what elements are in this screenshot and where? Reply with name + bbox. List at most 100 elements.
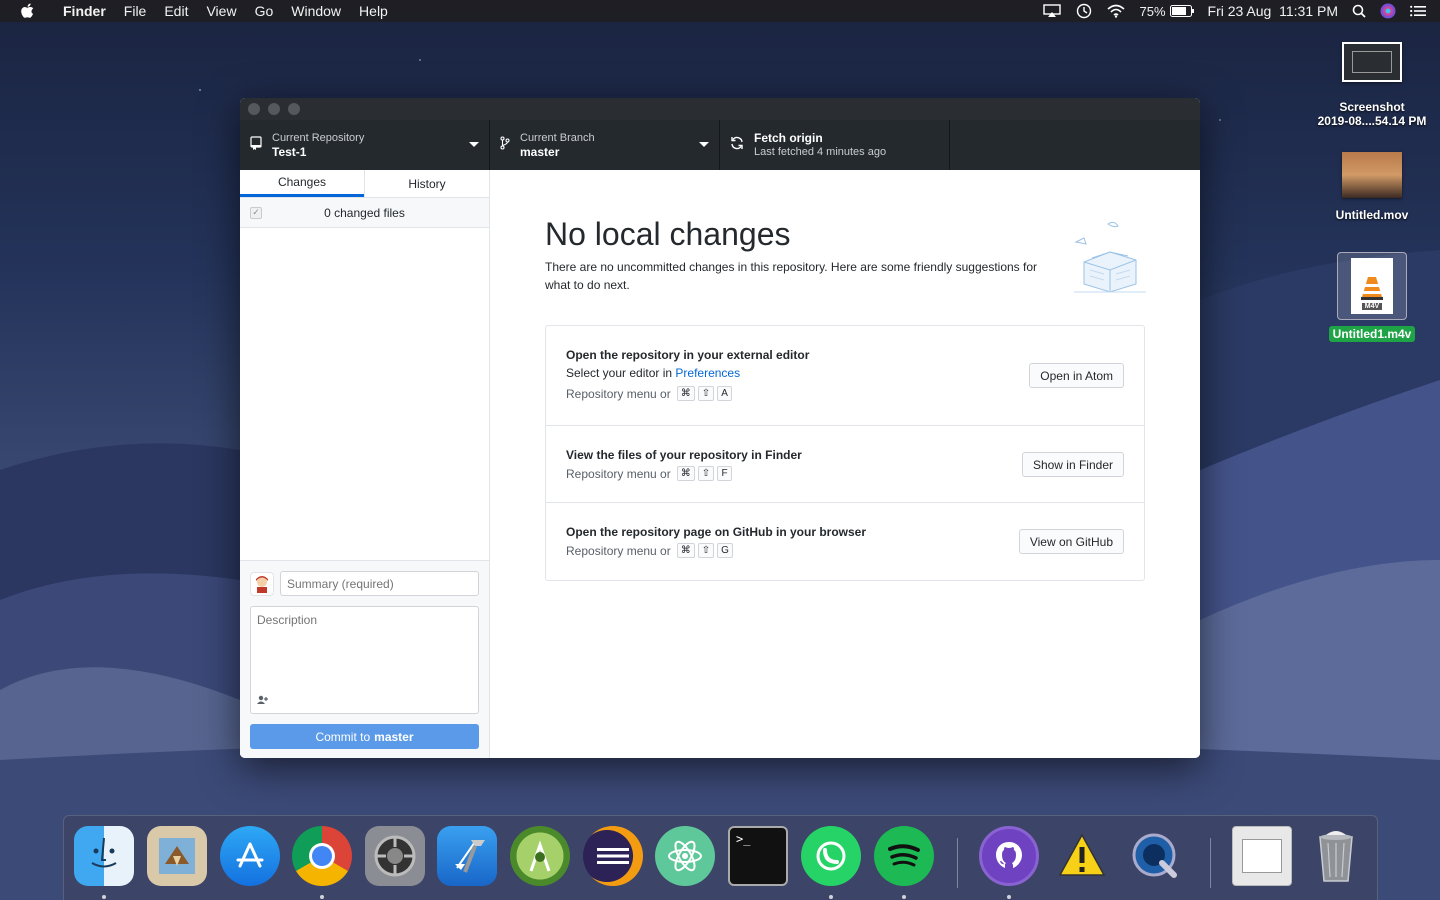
wifi-icon[interactable] (1107, 4, 1126, 18)
main-content: No local changes There are no uncommitte… (490, 170, 1200, 758)
page-title: No local changes (545, 216, 791, 252)
sidebar-tabs: Changes History (240, 170, 489, 198)
notification-center-icon[interactable] (1410, 5, 1426, 17)
clock[interactable]: Fri 23 Aug 11:31 PM (1208, 3, 1338, 19)
apple-menu-icon[interactable] (0, 3, 54, 19)
command-key-icon: ⌘ (676, 386, 695, 401)
menu-help[interactable]: Help (350, 3, 397, 19)
menu-view[interactable]: View (197, 3, 245, 19)
suggestion-show-in-finder: View the files of your repository in Fin… (546, 426, 1144, 503)
menu-edit[interactable]: Edit (155, 3, 197, 19)
chevron-down-icon (699, 142, 709, 147)
shift-key-icon: ⇧ (697, 466, 715, 481)
dock-separator (957, 838, 958, 888)
dock-separator (1210, 838, 1211, 888)
minimize-button[interactable] (268, 103, 280, 115)
suggestion-open-editor: Open the repository in your external edi… (546, 326, 1144, 426)
system-preferences-dock-icon[interactable] (365, 826, 425, 886)
chrome-dock-icon[interactable] (292, 826, 352, 886)
avatar[interactable] (250, 571, 274, 596)
suggestion-description-text: Select your editor in (566, 366, 676, 380)
changed-files-header: ✓ 0 changed files (240, 198, 489, 228)
chevron-down-icon (469, 142, 479, 147)
running-indicator (902, 895, 906, 899)
tab-history[interactable]: History (364, 170, 489, 197)
suggestion-view-on-github: Open the repository page on GitHub in yo… (546, 503, 1144, 580)
suggestions-list: Open the repository in your external edi… (545, 325, 1145, 581)
repository-caption: Current Repository (272, 132, 365, 144)
xcode-dock-icon[interactable] (437, 826, 497, 886)
open-in-atom-button[interactable]: Open in Atom (1029, 363, 1124, 388)
repository-name: Test-1 (272, 145, 307, 159)
console-dock-icon[interactable] (1052, 826, 1112, 886)
shortcut-prefix: Repository menu or (566, 543, 671, 558)
close-button[interactable] (248, 103, 260, 115)
menu-window[interactable]: Window (282, 3, 350, 19)
trash-icon[interactable] (1306, 826, 1366, 886)
menu-app-name[interactable]: Finder (54, 3, 115, 19)
siri-icon[interactable] (1380, 3, 1396, 19)
spotify-dock-icon[interactable] (874, 826, 934, 886)
vlc-document-icon: M4V (1337, 252, 1407, 320)
show-in-finder-button[interactable]: Show in Finder (1021, 452, 1124, 477)
preview-document-dock-icon[interactable] (1232, 826, 1292, 886)
toolbar: Current Repository Test-1 Current Branch… (240, 120, 1200, 170)
menu-file[interactable]: File (115, 3, 156, 19)
mail-dock-icon[interactable] (147, 826, 207, 886)
quicktime-dock-icon[interactable] (1125, 826, 1185, 886)
commit-form: Commit to master (240, 560, 489, 758)
atom-dock-icon[interactable] (655, 826, 715, 886)
android-studio-dock-icon[interactable] (510, 826, 570, 886)
desktop-file-untitled-mov[interactable]: Untitled.mov (1307, 152, 1437, 222)
running-indicator (102, 895, 106, 899)
preferences-link[interactable]: Preferences (675, 366, 740, 380)
tab-changes[interactable]: Changes (240, 170, 364, 197)
desktop-file-screenshot[interactable]: Screenshot 2019-08....54.14 PM (1307, 42, 1437, 128)
command-key-icon: ⌘ (676, 543, 695, 558)
whatsapp-dock-icon[interactable] (801, 826, 861, 886)
summary-input[interactable] (280, 571, 479, 596)
last-fetched-text: Last fetched 4 minutes ago (754, 146, 887, 158)
description-input[interactable] (251, 607, 478, 687)
fetch-caption: Fetch origin (754, 131, 823, 145)
time-machine-icon[interactable] (1075, 3, 1093, 19)
repository-icon (250, 135, 262, 155)
commit-branch-label: master (374, 729, 414, 744)
branch-name: master (520, 145, 560, 159)
github-desktop-dock-icon[interactable] (979, 826, 1039, 886)
desktop-file-label: Untitled.mov (1335, 208, 1409, 222)
zoom-button[interactable] (288, 103, 300, 115)
terminal-dock-icon[interactable]: >_ (728, 826, 788, 886)
running-indicator (1007, 895, 1011, 899)
airplay-icon[interactable] (1043, 4, 1062, 18)
movie-thumbnail-icon (1342, 152, 1402, 198)
eclipse-dock-icon[interactable] (583, 826, 643, 886)
letter-key: A (717, 386, 733, 401)
shortcut-prefix: Repository menu or (566, 466, 671, 481)
view-on-github-button[interactable]: View on GitHub (1018, 529, 1124, 554)
suggestion-title: Open the repository in your external edi… (566, 348, 810, 362)
branch-caption: Current Branch (520, 132, 595, 144)
menu-go[interactable]: Go (246, 3, 283, 19)
add-coauthor-icon[interactable] (257, 695, 269, 707)
desktop-file-label: Untitled1.m4v (1328, 326, 1416, 342)
desktop-file-label: 2019-08....54.14 PM (1317, 114, 1427, 128)
letter-key: F (717, 466, 733, 481)
select-all-checkbox[interactable]: ✓ (250, 206, 262, 219)
command-key-icon: ⌘ (676, 466, 695, 481)
branch-icon (500, 135, 510, 155)
commit-button[interactable]: Commit to master (250, 724, 479, 749)
fetch-origin-button[interactable]: Fetch origin Last fetched 4 minutes ago (720, 120, 950, 170)
screenshot-thumbnail-icon (1342, 42, 1402, 82)
app-store-dock-icon[interactable] (220, 826, 280, 886)
current-branch-dropdown[interactable]: Current Branch master (490, 120, 720, 170)
dock: >_ (63, 815, 1378, 900)
spotlight-search-icon[interactable] (1352, 4, 1366, 18)
running-indicator (829, 895, 833, 899)
battery-icon[interactable] (1169, 5, 1194, 17)
desktop-file-untitled1-m4v[interactable]: M4V Untitled1.m4v (1307, 252, 1437, 342)
finder-dock-icon[interactable] (74, 826, 134, 886)
description-field[interactable] (250, 606, 479, 714)
title-bar (240, 98, 1200, 120)
current-repository-dropdown[interactable]: Current Repository Test-1 (240, 120, 490, 170)
